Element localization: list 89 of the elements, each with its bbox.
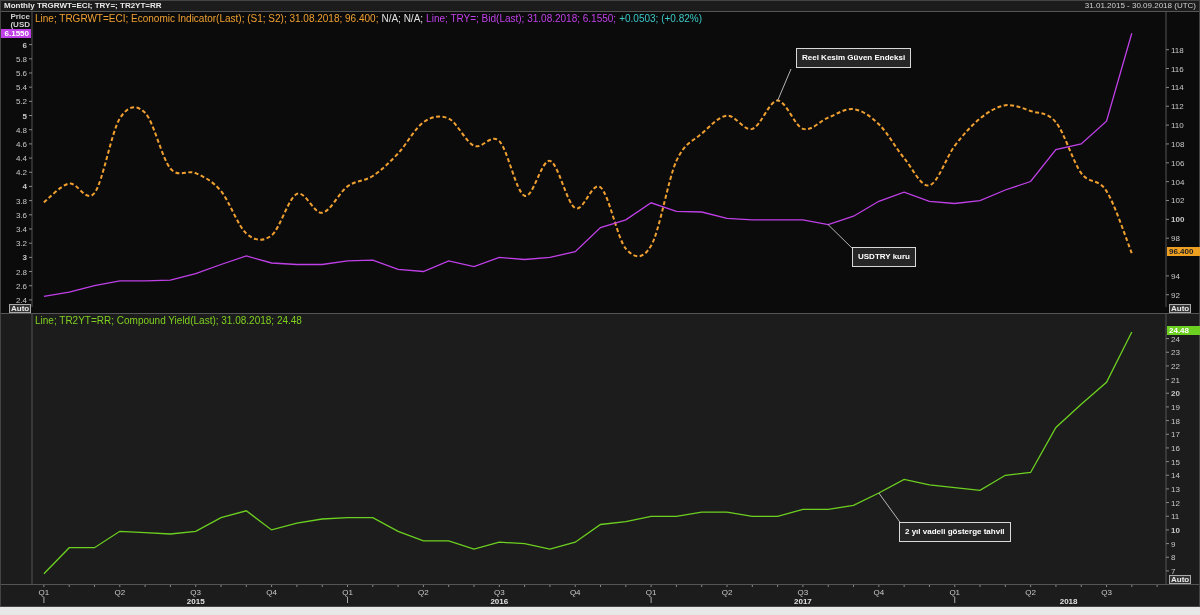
axis-tick-label: 116 — [1171, 64, 1184, 74]
axis-title: Price — [10, 13, 30, 21]
legend-entry: Line; TRGRWT=ECI; Economic Indicator(Last); (S1; S2); 31.08.2018; 96.400; — [35, 13, 379, 24]
axis-tick-label: Q1 — [645, 588, 657, 597]
axis-tick-label: 8 — [1171, 553, 1176, 563]
axis-tick-label: 22 — [1171, 361, 1180, 371]
annotation-label: USDTRY kuru — [852, 247, 916, 267]
legend-entry: Line; TR2YT=RR; Compound Yield(Last); 31.08.2018; 24.48 — [35, 315, 302, 326]
axis-tick-label: 4.6 — [15, 139, 27, 149]
annotation-label: Reel Kesim Güven Endeksi — [796, 48, 912, 68]
axis-tick-label: 4.8 — [15, 125, 27, 135]
axis-tick-label: 4.4 — [15, 154, 27, 164]
axis-tick-label: 5 — [22, 111, 27, 121]
chart-title: Monthly TRGRWT=ECI; TRY=; TR2YT=RR — [4, 1, 162, 11]
axis-tick-label: 5.8 — [15, 54, 27, 64]
axis-tick-label: Q1 — [342, 588, 353, 597]
axis-tick-label: 106 — [1171, 158, 1185, 168]
axis-tick-label: 4 — [22, 182, 27, 192]
leader-line — [827, 224, 855, 251]
annotation-label: 2 yıl vadeli gösterge tahvil — [899, 522, 1011, 542]
axis-tick-label: 16 — [1171, 443, 1180, 453]
axis-tick-label: Q3 — [190, 588, 202, 597]
axis-tick-label: 12 — [1171, 498, 1180, 508]
axis-tick-label: 6 — [22, 40, 27, 50]
axis-tick-label: Q2 — [1025, 588, 1036, 597]
leader-line — [777, 68, 792, 101]
axis-tick-label: 112 — [1171, 102, 1184, 112]
axis-title: (USD — [10, 21, 30, 29]
axis-tick-label: 108 — [1171, 139, 1185, 149]
axis-tick-label: 3 — [22, 253, 27, 263]
axis-tick-label: 3.8 — [15, 196, 27, 206]
axis-tick-label: 3.4 — [15, 225, 27, 234]
legend-entry: N/A; N/A; — [381, 13, 424, 24]
axis-tick-label: 2.4 — [15, 295, 27, 305]
axis-tick-label: Q4 — [266, 588, 277, 597]
date-range: 31.01.2015 - 30.09.2018 (UTC) — [1084, 1, 1196, 11]
axis-tick-label: Q3 — [1101, 588, 1112, 597]
axis-tick-label: 20 — [1171, 389, 1180, 399]
axis-tick-label: 13 — [1171, 484, 1180, 494]
axis-tick-label: Q3 — [797, 588, 809, 597]
axis-tick-label: Q4 — [873, 588, 885, 597]
last-value-tag: 96.400 — [1167, 247, 1200, 257]
axis-tick-label: Q1 — [949, 588, 961, 597]
axis-tick-label: 3.6 — [15, 210, 27, 220]
axis-tick-label: Q2 — [114, 588, 126, 597]
axis-tick-label: 2.8 — [15, 267, 27, 277]
axis-tick-label: Q3 — [494, 588, 505, 597]
legend-entry: +0.0503; (+0.82%) — [619, 13, 702, 24]
axis-tick-label: Q1 — [38, 588, 50, 597]
axis-tick-label: 92 — [1171, 290, 1180, 300]
axis-tick-label: 24 — [1171, 334, 1180, 344]
axis-tick-label: 98 — [1171, 234, 1180, 244]
axis-tick-label: 14 — [1171, 471, 1180, 481]
axis-tick-label: 17 — [1171, 430, 1180, 440]
axis-tick-label: 9 — [1171, 539, 1176, 549]
axis-tick-label: Q2 — [721, 588, 733, 597]
axis-tick-label: 110 — [1171, 121, 1184, 131]
axis-tick-label: 19 — [1171, 402, 1180, 412]
axis-tick-label: 94 — [1171, 271, 1180, 281]
axis-tick-label: 118 — [1171, 45, 1184, 55]
axis-tick-label: 5.6 — [15, 69, 27, 78]
axis-tick-label: 23 — [1171, 348, 1180, 358]
year-label: 2017 — [794, 597, 812, 606]
axis-tick-label: 7 — [1171, 566, 1176, 576]
axis-tick-label: 2.6 — [15, 281, 27, 291]
axis-tick-label: 11 — [1171, 512, 1180, 522]
axis-tick-label: 5.2 — [15, 97, 27, 107]
axis-tick-label: 102 — [1171, 196, 1185, 206]
axis-tick-label: Q4 — [569, 588, 581, 597]
axis-tick-label: 21 — [1171, 375, 1180, 385]
legend-entry: Line; TRY=; Bid(Last); 31.08.2018; 6.1550; — [426, 13, 617, 24]
axis-tick-label: 10 — [1171, 525, 1180, 535]
auto-scale-button[interactable]: Auto — [9, 304, 32, 313]
axis-tick-label: Q2 — [418, 588, 429, 597]
axis-tick-label: 5.4 — [15, 83, 27, 93]
auto-scale-button[interactable]: Auto — [1169, 575, 1192, 584]
year-label: 2016 — [490, 597, 509, 606]
auto-scale-button[interactable]: Auto — [1169, 304, 1192, 313]
axis-tick-label: 114 — [1171, 83, 1184, 93]
axis-tick-label: 4.2 — [15, 168, 27, 178]
axis-tick-label: 15 — [1171, 457, 1180, 467]
last-value-tag: 6.1550 — [1, 29, 31, 39]
year-label: 2018 — [1059, 597, 1078, 606]
axis-tick-label: 104 — [1171, 177, 1185, 187]
axis-tick-label: 100 — [1171, 215, 1185, 225]
axis-tick-label: 18 — [1171, 416, 1180, 426]
year-label: 2015 — [186, 597, 205, 606]
last-value-tag: 24.48 — [1167, 326, 1200, 336]
axis-tick-label: 3.2 — [15, 239, 27, 249]
